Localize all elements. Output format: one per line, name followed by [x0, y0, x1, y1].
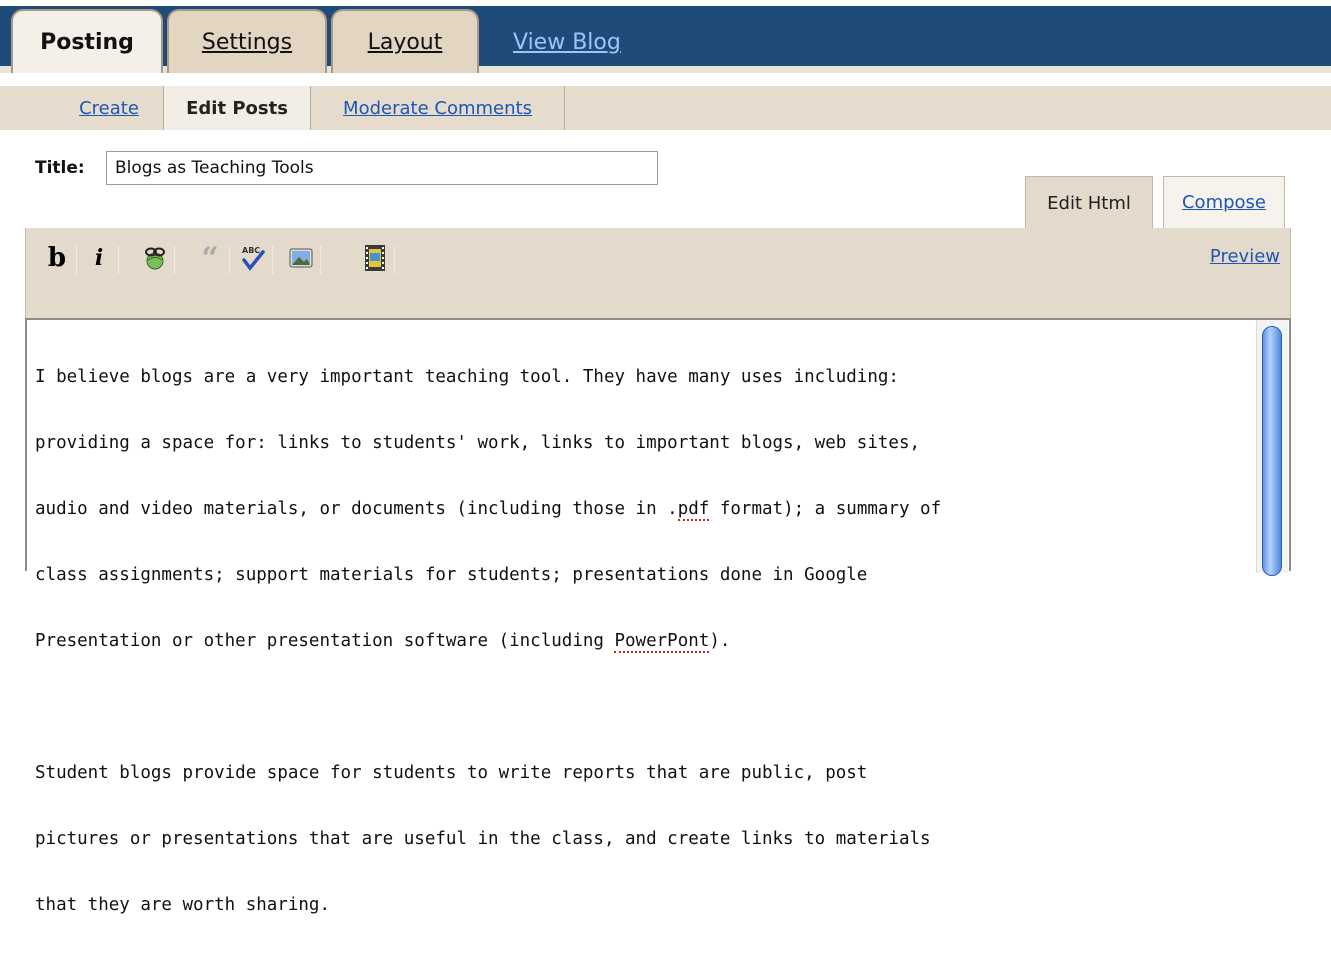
- editor-line: pictures or presentations that are usefu…: [35, 829, 931, 849]
- spellcheck-icon: ABC: [242, 246, 265, 271]
- subnav-create[interactable]: Create: [54, 86, 164, 130]
- tab-settings[interactable]: Settings: [167, 9, 327, 73]
- tab-compose[interactable]: Compose: [1163, 176, 1285, 228]
- view-blog-link[interactable]: View Blog: [513, 30, 621, 55]
- link-button[interactable]: [138, 241, 175, 275]
- italic-icon: i: [94, 245, 104, 271]
- post-body-textarea[interactable]: I believe blogs are a very important tea…: [25, 318, 1291, 915]
- editor-line: that they are worth sharing.: [35, 895, 331, 915]
- sub-navigation: Create Edit Posts Moderate Comments: [0, 86, 1331, 130]
- italic-button[interactable]: i: [82, 241, 119, 275]
- misspelled-word[interactable]: pdf: [677, 499, 710, 521]
- image-icon: [289, 248, 313, 268]
- link-globe-icon: [145, 247, 165, 270]
- video-icon: [365, 245, 385, 271]
- title-input[interactable]: [106, 151, 658, 185]
- quote-icon: “: [201, 240, 219, 276]
- tab-layout[interactable]: Layout: [331, 9, 479, 73]
- quote-button[interactable]: “: [193, 240, 230, 276]
- svg-text:ABC: ABC: [242, 246, 260, 255]
- spellcheck-button[interactable]: ABC: [236, 241, 273, 275]
- editor-line: I believe blogs are a very important tea…: [35, 367, 899, 387]
- editor-scrollbar-thumb[interactable]: [1262, 326, 1282, 576]
- subnav-moderate-comments[interactable]: Moderate Comments: [311, 86, 565, 130]
- tab-posting[interactable]: Posting: [11, 9, 163, 73]
- bold-icon: b: [47, 243, 67, 273]
- editor-line: Student blogs provide space for students…: [35, 763, 868, 783]
- editor-toolbar: b i “ ABC Preview: [25, 228, 1291, 318]
- preview-link[interactable]: Preview: [1210, 246, 1280, 267]
- editor-scroll-track[interactable]: [1256, 320, 1288, 576]
- editor-line: class assignments; support materials for…: [35, 565, 868, 585]
- subnav-edit-posts[interactable]: Edit Posts: [163, 86, 311, 130]
- tab-edit-html[interactable]: Edit Html: [1025, 176, 1153, 229]
- editor-line: audio and video materials, or documents …: [35, 499, 942, 521]
- post-body-text: I believe blogs are a very important tea…: [35, 322, 1260, 960]
- title-label: Title:: [35, 158, 85, 178]
- editor-line: Presentation or other presentation softw…: [35, 631, 731, 653]
- editor-line: providing a space for: links to students…: [35, 433, 921, 453]
- bold-button[interactable]: b: [40, 241, 77, 275]
- insert-video-button[interactable]: [358, 241, 395, 275]
- insert-image-button[interactable]: [284, 241, 321, 275]
- misspelled-word[interactable]: PowerPont: [614, 631, 710, 653]
